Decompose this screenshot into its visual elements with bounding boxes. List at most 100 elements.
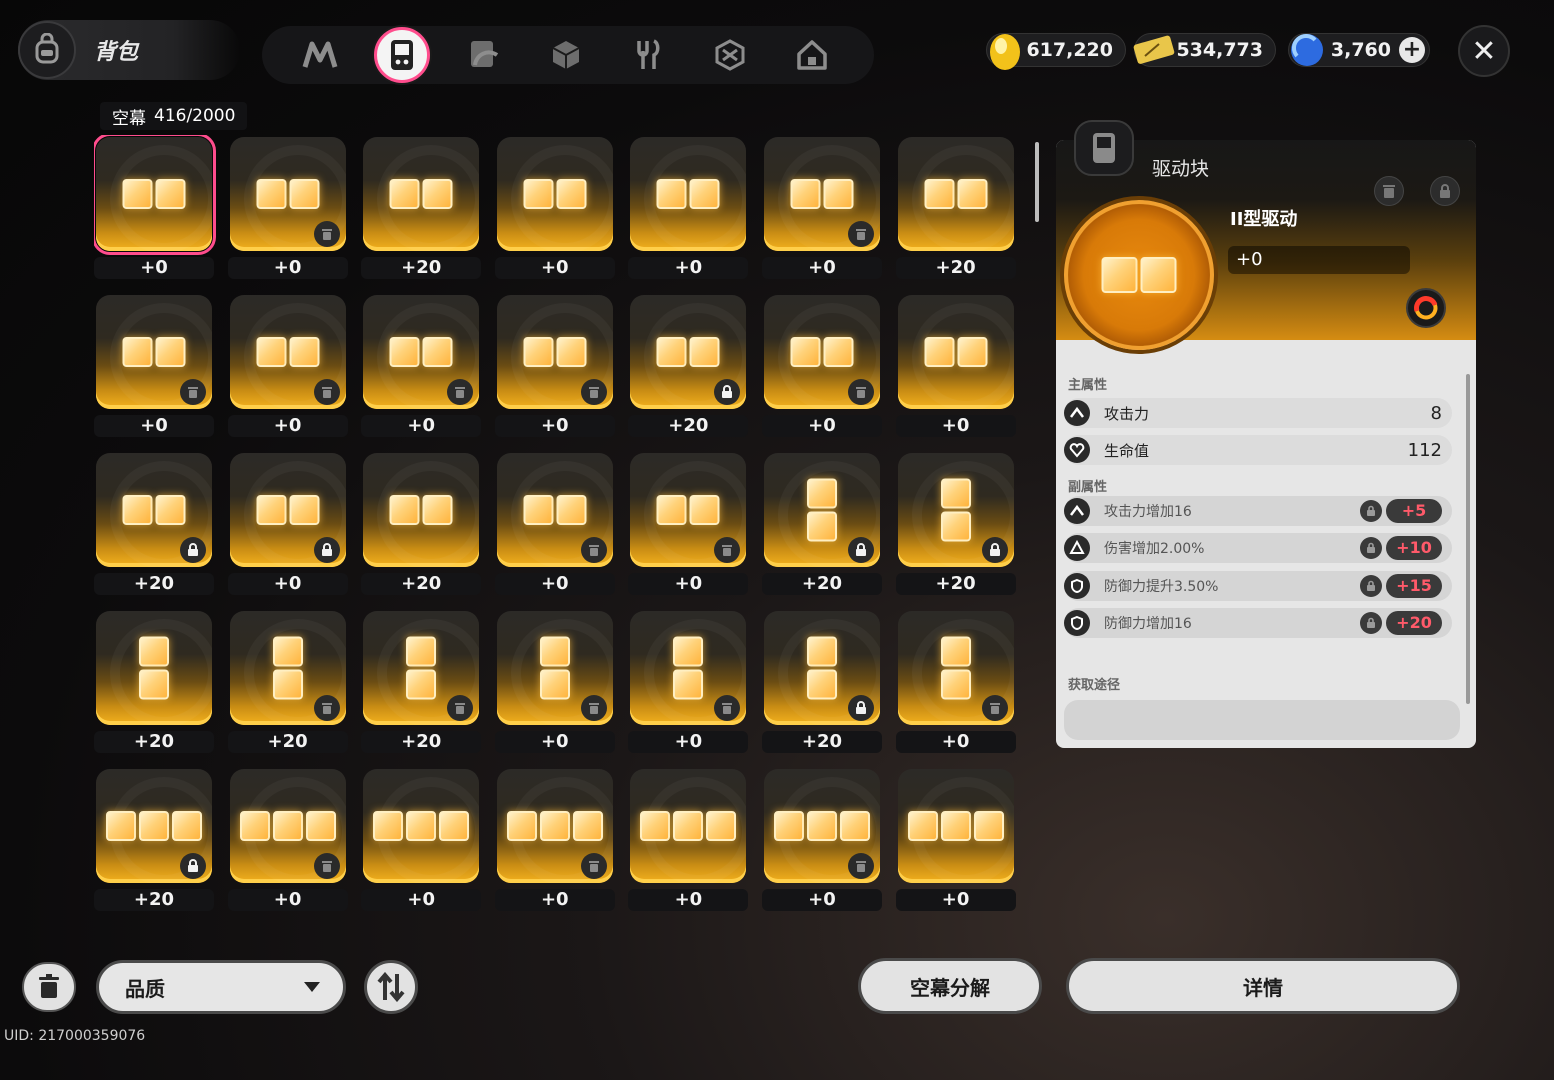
inventory-slot[interactable]: +20 <box>361 609 482 753</box>
inventory-slot[interactable]: +20 <box>895 451 1016 595</box>
heart-icon <box>1064 437 1090 463</box>
inventory-slot[interactable]: +20 <box>361 135 482 279</box>
item-card <box>229 769 346 883</box>
inventory-slot[interactable]: +20 <box>628 293 749 437</box>
detail-category: 驱动块 <box>1152 158 1210 180</box>
trash-icon <box>580 379 607 405</box>
lock-icon[interactable] <box>1360 611 1382 634</box>
add-crystal-button[interactable]: + <box>1399 37 1425 63</box>
attack-icon <box>1064 400 1090 426</box>
item-shape <box>539 636 570 700</box>
inventory-slot[interactable]: +20 <box>761 609 882 753</box>
inventory-slot[interactable]: +0 <box>227 135 348 279</box>
sort-order-button[interactable] <box>364 960 418 1014</box>
cube-icon[interactable] <box>538 27 594 83</box>
crystal-orb-icon <box>1291 33 1323 66</box>
detail-lock-button[interactable] <box>1430 176 1460 206</box>
inventory-type-label: 空幕 <box>112 108 146 129</box>
item-level-label: +0 <box>761 257 882 279</box>
main-stat-row: 生命值 112 <box>1064 435 1452 465</box>
tile <box>289 495 320 525</box>
inventory-slot[interactable]: +0 <box>494 451 615 595</box>
inventory-slot[interactable]: +0 <box>761 135 882 279</box>
item-shape <box>406 636 437 700</box>
inventory-slot[interactable]: +0 <box>494 293 615 437</box>
handheld-device-icon[interactable] <box>374 27 430 83</box>
inventory-slot[interactable]: +0 <box>895 609 1016 753</box>
tile <box>155 179 186 209</box>
item-level-label: +0 <box>494 415 615 437</box>
ticket-icon <box>1133 35 1175 64</box>
tile <box>172 811 202 841</box>
detail-category-icon <box>1074 120 1134 176</box>
source-list[interactable] <box>1064 700 1460 740</box>
close-button[interactable]: ✕ <box>1458 25 1510 77</box>
house-icon[interactable] <box>784 27 840 83</box>
trash-icon <box>580 695 607 721</box>
inventory-slot[interactable]: +0 <box>895 293 1016 437</box>
inventory-slot[interactable]: +20 <box>94 767 214 911</box>
item-level-label: +0 <box>227 415 348 437</box>
inventory-slot[interactable]: +0 <box>761 293 882 437</box>
inventory-slot[interactable]: +0 <box>94 135 216 279</box>
inventory-slot[interactable]: +20 <box>361 451 482 595</box>
quality-sort-select[interactable]: 品质 <box>96 960 346 1014</box>
inventory-slot[interactable]: +20 <box>895 135 1016 279</box>
item-level-label: +20 <box>227 731 348 753</box>
item-shape <box>673 636 704 700</box>
inventory-slot[interactable]: +0 <box>94 293 214 437</box>
item-card <box>363 295 480 409</box>
inventory-slot[interactable]: +0 <box>494 767 615 911</box>
inventory-slot[interactable]: +0 <box>227 293 348 437</box>
bulk-delete-button[interactable] <box>22 962 76 1012</box>
fork-knife-icon[interactable] <box>620 27 676 83</box>
neverness-icon[interactable] <box>292 27 348 83</box>
tile <box>523 495 554 525</box>
inventory-slot[interactable]: +0 <box>227 451 348 595</box>
arc-disc-icon[interactable] <box>456 27 512 83</box>
detail-button[interactable]: 详情 <box>1066 958 1460 1014</box>
tile <box>640 811 671 841</box>
lock-icon[interactable] <box>1360 537 1382 560</box>
item-card <box>496 769 613 883</box>
detail-trash-button[interactable] <box>1374 176 1404 206</box>
chevron-down-icon <box>304 982 320 992</box>
gem-box-icon[interactable] <box>702 27 758 83</box>
item-shape <box>656 179 720 209</box>
inventory-slot[interactable]: +0 <box>361 767 482 911</box>
inventory-slot[interactable]: +0 <box>494 609 615 753</box>
inventory-slot[interactable]: +0 <box>361 293 482 437</box>
category-tabs <box>262 26 874 84</box>
inventory-slot[interactable]: +0 <box>761 767 882 911</box>
inventory-slot[interactable]: +20 <box>227 609 348 753</box>
sub-stats-label: 副属性 <box>1068 480 1108 495</box>
ticket-currency: 534,773 <box>1133 33 1276 67</box>
close-icon: ✕ <box>1471 33 1497 69</box>
inventory-slot[interactable]: +0 <box>628 609 749 753</box>
inventory-slot[interactable]: +20 <box>761 451 882 595</box>
item-shape <box>106 811 202 841</box>
detail-scrollbar[interactable] <box>1466 374 1470 704</box>
inventory-slot[interactable]: +0 <box>628 767 749 911</box>
inventory-slot[interactable]: +0 <box>895 767 1016 911</box>
grid-scrollbar[interactable] <box>1034 132 1040 932</box>
dismantle-button[interactable]: 空幕分解 <box>858 958 1042 1014</box>
tile <box>673 636 704 667</box>
item-level-label: +0 <box>895 415 1016 437</box>
inventory-slot[interactable]: +0 <box>628 451 749 595</box>
item-card <box>763 295 880 409</box>
ticket-amount: 534,773 <box>1176 39 1263 61</box>
inventory-slot[interactable]: +20 <box>94 609 214 753</box>
grid-scroll-thumb[interactable] <box>1035 142 1039 222</box>
lock-icon[interactable] <box>1360 574 1382 597</box>
inventory-slot[interactable]: +20 <box>94 451 214 595</box>
inventory-count: 416/2000 <box>154 106 236 126</box>
lock-icon[interactable] <box>1360 500 1382 522</box>
tile <box>656 179 687 209</box>
inventory-slot[interactable]: +0 <box>494 135 615 279</box>
inventory-slot[interactable]: +0 <box>628 135 749 279</box>
item-shape <box>790 179 854 209</box>
item-card <box>763 137 880 251</box>
inventory-slot[interactable]: +0 <box>227 767 348 911</box>
tile <box>973 811 1004 841</box>
